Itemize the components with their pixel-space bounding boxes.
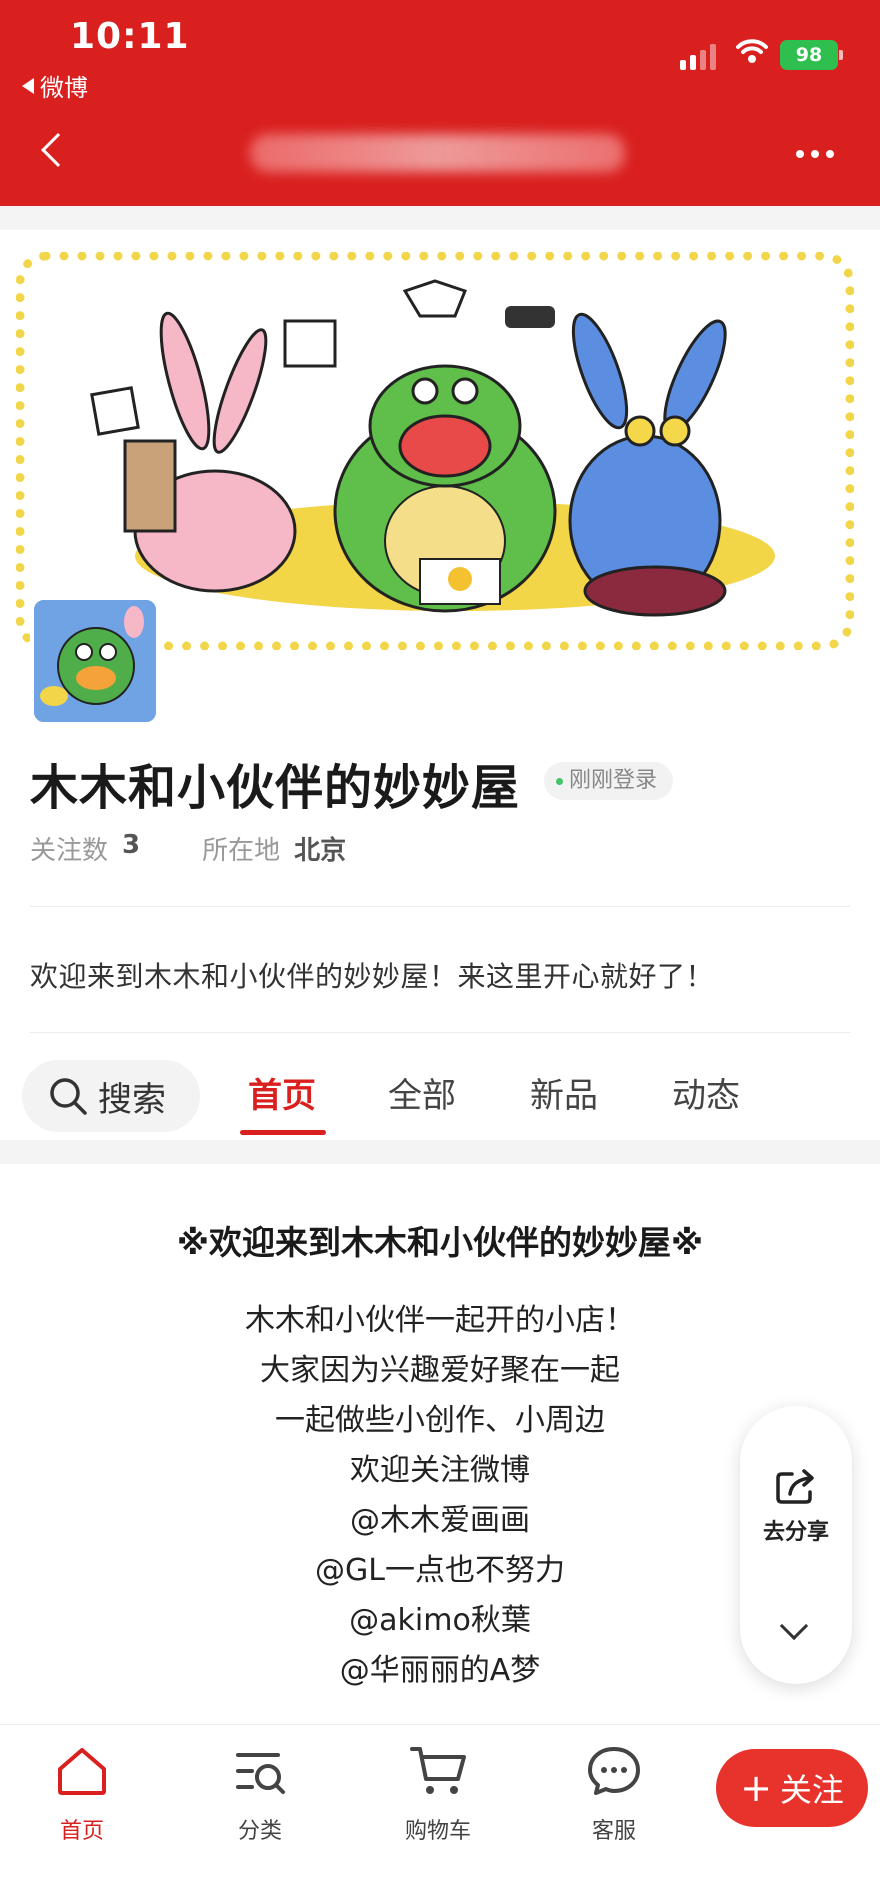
follow-button-label: 关注 <box>779 1771 844 1809</box>
floating-share-panel: 去分享 <box>740 1406 852 1684</box>
chevron-down-icon[interactable] <box>779 1611 809 1641</box>
login-status-badge: 刚刚登录 <box>544 762 674 800</box>
nav-title-blurred <box>250 134 625 172</box>
share-button[interactable]: 去分享 <box>740 1406 852 1556</box>
follow-count-value: 3 <box>122 830 141 860</box>
bottom-nav-home[interactable]: 首页 <box>22 1739 142 1845</box>
back-triangle-icon <box>22 77 34 94</box>
shop-avatar[interactable] <box>30 596 160 726</box>
back-to-app-link[interactable]: 微博 <box>22 68 88 103</box>
bottom-nav-service-label: 客服 <box>591 1819 636 1844</box>
shop-intro: 欢迎来到木木和小伙伴的妙妙屋！来这里开心就好了！ <box>30 960 715 993</box>
bottom-navigation: 首页 分类 购物车 客服 + 关注 <box>0 1724 880 1888</box>
divider <box>30 1032 850 1033</box>
home-icon <box>58 1748 106 1795</box>
location-value: 北京 <box>294 836 347 866</box>
more-icon[interactable] <box>796 150 834 158</box>
tab-new[interactable]: 新品 <box>530 1068 598 1117</box>
plus-icon: + <box>740 1766 772 1810</box>
search-button[interactable]: 搜索 <box>22 1060 200 1132</box>
status-time: 10:11 <box>70 16 190 57</box>
divider <box>30 906 850 907</box>
search-icon <box>50 1078 87 1115</box>
share-icon <box>776 1469 814 1504</box>
bottom-nav-service[interactable]: 客服 <box>554 1739 674 1845</box>
active-tab-indicator <box>240 1130 326 1135</box>
battery-icon: 98 <box>780 40 843 70</box>
tab-home[interactable]: 首页 <box>248 1068 316 1117</box>
shop-tabs: 搜索 首页 全部 新品 动态 <box>0 1036 880 1136</box>
top-bar: 10:11 微博 98 <box>0 0 880 206</box>
cart-icon <box>410 1747 466 1794</box>
bottom-nav-home-label: 首页 <box>59 1819 104 1844</box>
share-label: 去分享 <box>762 1520 829 1545</box>
bottom-nav-category-label: 分类 <box>237 1819 282 1844</box>
follow-button[interactable]: + 关注 <box>716 1749 868 1827</box>
bottom-nav-cart-label: 购物车 <box>404 1819 471 1844</box>
shop-name: 木木和小伙伴的妙妙屋 <box>30 760 521 816</box>
login-status-text: 刚刚登录 <box>569 768 658 793</box>
online-dot-icon <box>556 777 563 785</box>
shop-banner-image <box>16 252 854 650</box>
location-label: 所在地 <box>202 836 281 866</box>
bottom-nav-category[interactable]: 分类 <box>200 1739 320 1845</box>
announcement-line: 木木和小伙伴一起开的小店！ <box>245 1303 635 1338</box>
shop-profile-card: 木木和小伙伴的妙妙屋 刚刚登录 关注数 3 所在地 北京 欢迎来到木木和小伙伴的… <box>0 230 880 1140</box>
follow-count-label: 关注数 <box>30 836 109 866</box>
tab-feed[interactable]: 动态 <box>672 1068 740 1117</box>
shop-meta: 关注数 3 所在地 北京 <box>30 830 346 867</box>
category-icon <box>236 1753 285 1794</box>
wifi-icon <box>736 38 768 68</box>
chat-icon <box>588 1747 640 1795</box>
announcement-line: 大家因为兴趣爱好聚在一起 <box>260 1353 620 1388</box>
announcement-title: ※欢迎来到木木和小伙伴的妙妙屋※ <box>176 1223 704 1262</box>
tab-all[interactable]: 全部 <box>388 1068 456 1117</box>
chevron-left-icon[interactable] <box>41 133 75 167</box>
search-label: 搜索 <box>98 1079 166 1120</box>
back-app-label: 微博 <box>40 74 88 102</box>
bottom-nav-cart[interactable]: 购物车 <box>378 1739 498 1845</box>
signal-icon <box>680 44 716 70</box>
